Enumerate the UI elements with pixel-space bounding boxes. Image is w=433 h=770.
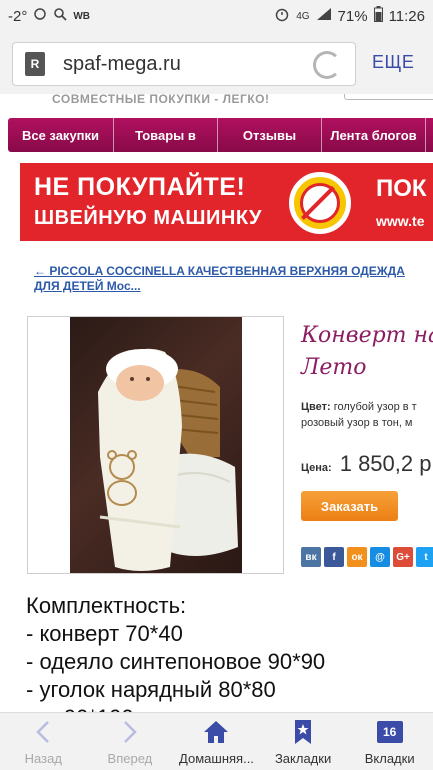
site-header: СОВМЕСТНЫЕ ПОКУПКИ - ЛЕГКО! [0, 94, 433, 118]
bookmark-icon [293, 719, 313, 745]
search-icon [53, 7, 67, 25]
banner-right-url: www.te [376, 213, 425, 229]
signal-icon [316, 7, 332, 25]
home-button[interactable]: Домашняя... [173, 713, 260, 770]
breadcrumb-link[interactable]: ← PICCOLA COCCINELLA КАЧЕСТВЕННАЯ ВЕРХНЯ… [34, 264, 424, 294]
site-favicon-icon: R [25, 52, 45, 76]
back-button[interactable]: Назад [0, 713, 87, 770]
reload-icon[interactable] [313, 51, 341, 79]
back-arrow-icon [35, 719, 51, 745]
twitter-share-icon[interactable]: t [416, 547, 433, 567]
bookmarks-label: Закладки [274, 751, 332, 766]
odnoklassniki-share-icon[interactable]: ок [347, 547, 367, 567]
back-label: Назад [24, 751, 62, 766]
more-menu-button[interactable]: ЕЩЕ [372, 52, 414, 73]
forward-label: Вперед [107, 751, 153, 766]
mailru-share-icon[interactable]: @ [370, 547, 390, 567]
bookmarks-button[interactable]: Закладки [260, 713, 347, 770]
battery-icon [373, 6, 383, 26]
google-plus-share-icon[interactable]: G+ [393, 547, 413, 567]
nav-item-reviews[interactable]: Отзывы [218, 118, 322, 152]
product-title: Конверт на Лето [301, 320, 433, 384]
weather-icon [33, 7, 47, 25]
price-row: Цена: 1 850,2 р [301, 451, 431, 477]
banner-headline: НЕ ПОКУПАЙТЕ! [34, 173, 246, 201]
product-photo [70, 317, 242, 573]
product-description: Комплектность: - конверт 70*40 - одеяло … [26, 592, 325, 732]
product-image[interactable] [27, 316, 284, 574]
description-line: - конверт 70*40 [26, 621, 183, 646]
browser-toolbar: R spaf-mega.ru ЕЩЕ [0, 32, 433, 94]
address-bar[interactable]: R spaf-mega.ru [12, 42, 356, 86]
home-label: Домашняя... [179, 751, 254, 766]
site-slogan: СОВМЕСТНЫЕ ПОКУПКИ - ЛЕГКО! [52, 94, 270, 106]
facebook-share-icon[interactable]: f [324, 547, 344, 567]
tabs-icon: 16 [376, 719, 403, 745]
order-button[interactable]: Заказать [301, 491, 398, 521]
forward-arrow-icon [122, 719, 138, 745]
site-nav: Все закупки Товары в Отзывы Лента блогов [8, 118, 433, 152]
price-label: Цена: [301, 462, 332, 474]
banner-right-text: ПОК [376, 175, 427, 202]
social-share: вк f ок @ G+ t [301, 547, 433, 567]
description-line: - уголок нарядный 80*80 [26, 677, 276, 702]
site-search-box[interactable] [344, 94, 433, 100]
nav-item-blog-feed[interactable]: Лента блогов [322, 118, 426, 152]
nav-item-goods[interactable]: Товары в [114, 118, 218, 152]
product-title-line2: Лето [301, 355, 367, 380]
tabs-button[interactable]: 16 Вкладки [346, 713, 433, 770]
price-value: 1 850,2 р [339, 451, 432, 476]
description-line: - одеяло синтепоновое 90*90 [26, 649, 326, 674]
tabs-label: Вкладки [364, 751, 415, 766]
color-label: Цвет: [301, 401, 331, 413]
network-type: 4G [296, 10, 310, 22]
status-bar: -2° WB 4G 71% 11:26 [0, 0, 433, 32]
ad-banner[interactable]: НЕ ПОКУПАЙТЕ! ШВЕЙНУЮ МАШИНКУ ПОК www.te [20, 163, 433, 241]
description-line: Комплектность: [26, 593, 187, 618]
tabs-count: 16 [376, 721, 403, 743]
vk-share-icon[interactable]: вк [301, 547, 321, 567]
home-icon [203, 719, 229, 745]
clock-time: 11:26 [388, 7, 425, 25]
nav-item-all-purchases[interactable]: Все закупки [8, 118, 114, 152]
battery-percent: 71% [337, 7, 368, 25]
alarm-icon [274, 6, 290, 26]
url-text[interactable]: spaf-mega.ru [63, 53, 181, 76]
browser-bottom-bar: Назад Вперед Домашняя... Закладки 16 Вкл… [0, 712, 433, 770]
sewing-machine-prohibited-icon [289, 172, 351, 234]
banner-subline: ШВЕЙНУЮ МАШИНКУ [34, 207, 262, 229]
product-color: Цвет: голубой узор в т розовый узор в то… [301, 399, 433, 431]
carrier-tag: WB [73, 10, 91, 22]
temperature-text: -2° [8, 7, 28, 25]
forward-button[interactable]: Вперед [87, 713, 174, 770]
product-title-line1: Конверт на [301, 323, 433, 348]
